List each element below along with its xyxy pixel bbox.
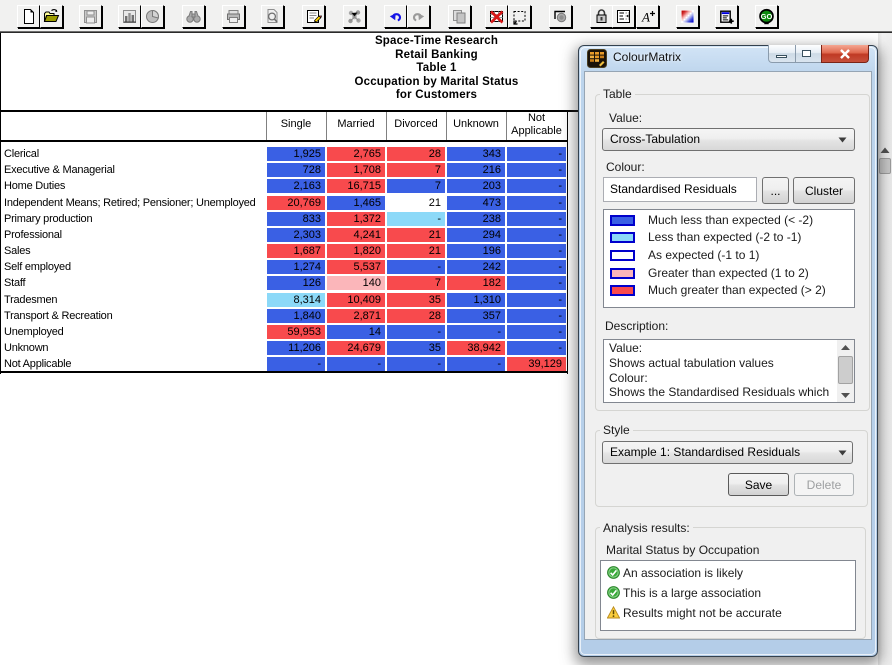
svg-text:A: A — [641, 10, 650, 25]
svg-text:GO: GO — [761, 12, 773, 21]
